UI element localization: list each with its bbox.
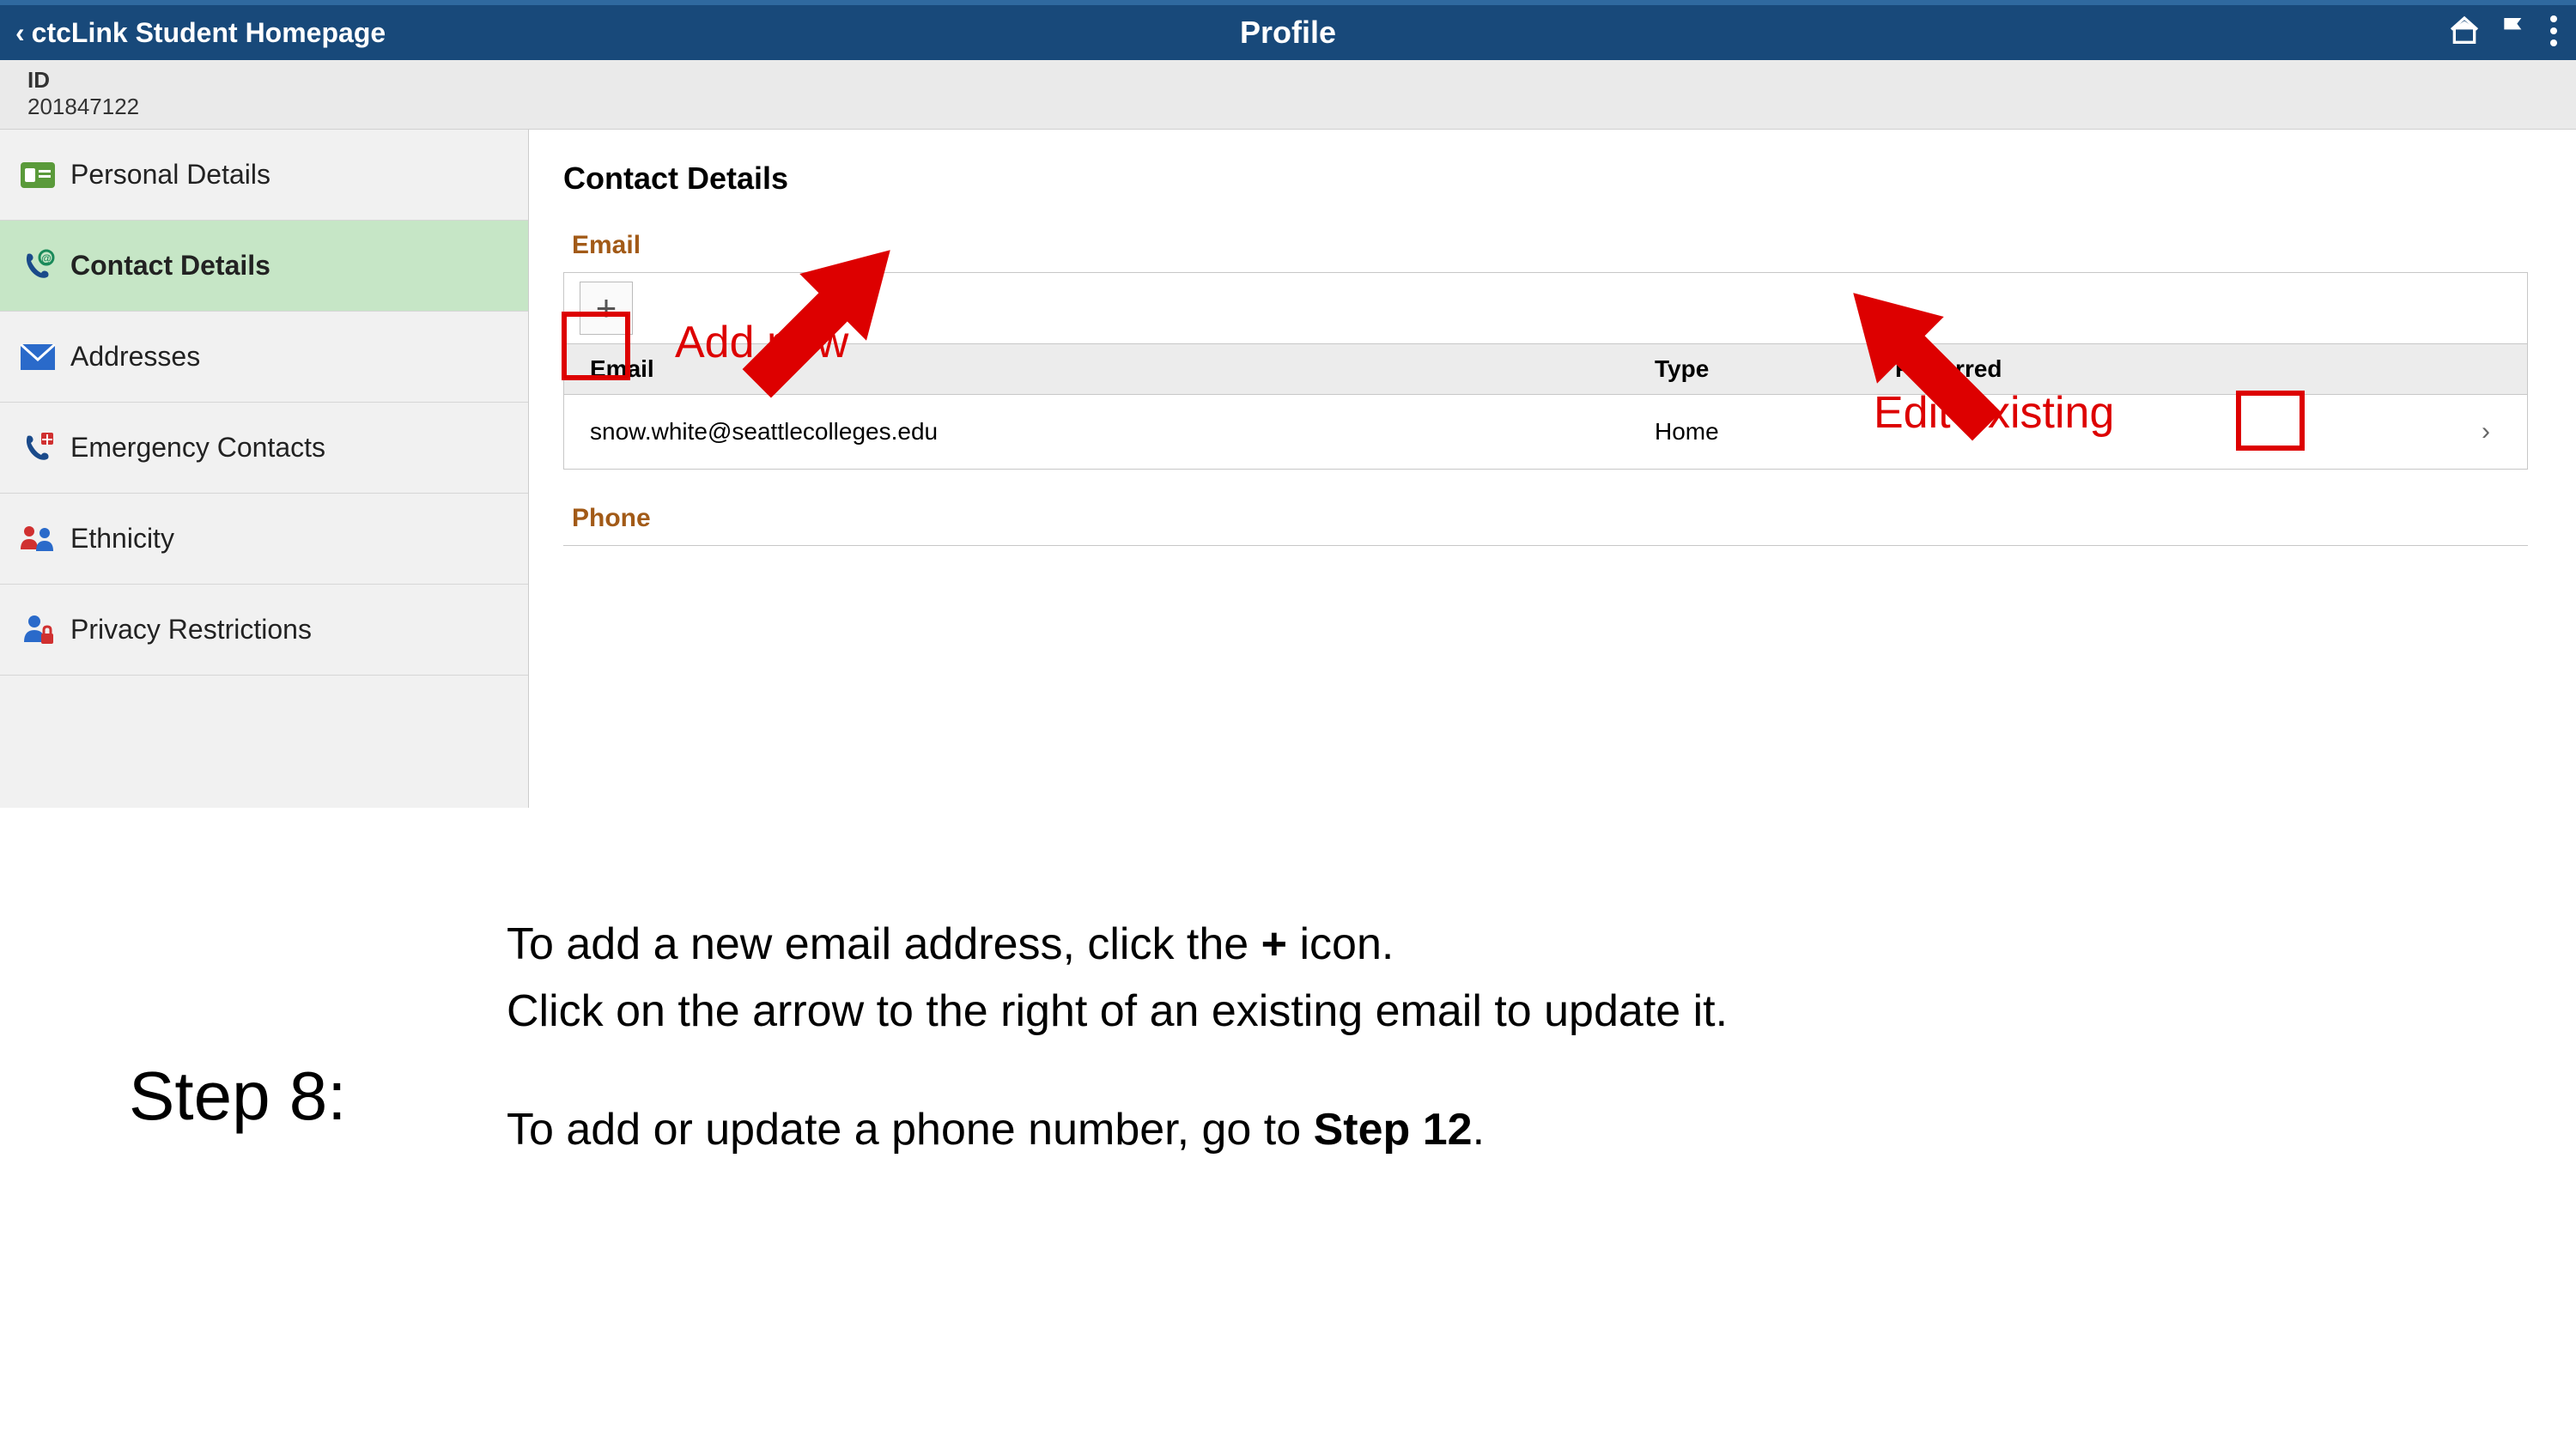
instruction-text: Click on the arrow to the right of an ex… xyxy=(507,978,2576,1045)
page-title: Contact Details xyxy=(563,161,2528,197)
envelope-icon xyxy=(19,338,57,376)
main-content: Contact Details Email + Email Type Prefe… xyxy=(529,130,2576,808)
top-bar: ‹ ctcLink Student Homepage Profile xyxy=(0,0,2576,60)
edit-email-arrow[interactable]: › xyxy=(2470,416,2501,447)
back-button-label: ctcLink Student Homepage xyxy=(32,17,386,49)
annotation-highlight-add xyxy=(562,312,630,380)
people-icon xyxy=(19,520,57,558)
annotation-highlight-edit xyxy=(2236,391,2305,451)
instructions-block: To add a new email address, click the + … xyxy=(0,911,2576,1163)
email-row[interactable]: snow.white@seattlecolleges.edu Home › xyxy=(564,395,2527,469)
sidebar-item-label: Personal Details xyxy=(70,159,270,191)
sidebar-item-label: Addresses xyxy=(70,341,200,373)
instruction-step12-bold: Step 12 xyxy=(1314,1105,1473,1155)
sidebar-item-label: Ethnicity xyxy=(70,523,174,555)
svg-text:@: @ xyxy=(41,252,52,264)
instruction-text: . xyxy=(1473,1105,1485,1155)
instruction-text: icon. xyxy=(1287,919,1394,969)
chevron-left-icon: ‹ xyxy=(15,17,25,49)
person-lock-icon xyxy=(19,611,57,649)
phone-section-label: Phone xyxy=(572,504,2528,533)
flag-icon[interactable] xyxy=(2497,14,2531,52)
sidebar-item-label: Emergency Contacts xyxy=(70,432,325,464)
home-icon[interactable] xyxy=(2447,14,2482,52)
email-cell-address: snow.white@seattlecolleges.edu xyxy=(590,418,1655,446)
phone-medical-icon xyxy=(19,429,57,467)
page-header-title: Profile xyxy=(0,15,2576,51)
id-value: 201847122 xyxy=(27,94,2549,120)
sidebar-item-label: Privacy Restrictions xyxy=(70,614,312,646)
phone-at-icon: @ xyxy=(19,247,57,285)
sidebar-item-privacy-restrictions[interactable]: Privacy Restrictions xyxy=(0,585,528,676)
email-cell-type: Home xyxy=(1655,418,1895,446)
sidebar-item-label: Contact Details xyxy=(70,250,270,282)
sidebar-item-ethnicity[interactable]: Ethnicity xyxy=(0,494,528,585)
instruction-text: To add a new email address, click the xyxy=(507,919,1261,969)
sidebar-item-emergency-contacts[interactable]: Emergency Contacts xyxy=(0,403,528,494)
instruction-text: To add or update a phone number, go to xyxy=(507,1105,1314,1155)
back-button[interactable]: ‹ ctcLink Student Homepage xyxy=(15,17,386,49)
step-label: Step 8: xyxy=(129,1057,347,1136)
sidebar-item-personal-details[interactable]: Personal Details xyxy=(0,130,528,221)
id-bar: ID 201847122 xyxy=(0,60,2576,130)
sidebar-item-contact-details[interactable]: @ Contact Details xyxy=(0,221,528,312)
id-label: ID xyxy=(27,67,2549,94)
chevron-right-icon: › xyxy=(2482,417,2490,446)
instruction-plus-bold: + xyxy=(1261,919,1287,969)
sidebar: Personal Details @ Contact Details Addre… xyxy=(0,130,529,808)
id-card-icon xyxy=(19,156,57,194)
kebab-menu-icon[interactable] xyxy=(2547,14,2561,52)
sidebar-item-addresses[interactable]: Addresses xyxy=(0,312,528,403)
